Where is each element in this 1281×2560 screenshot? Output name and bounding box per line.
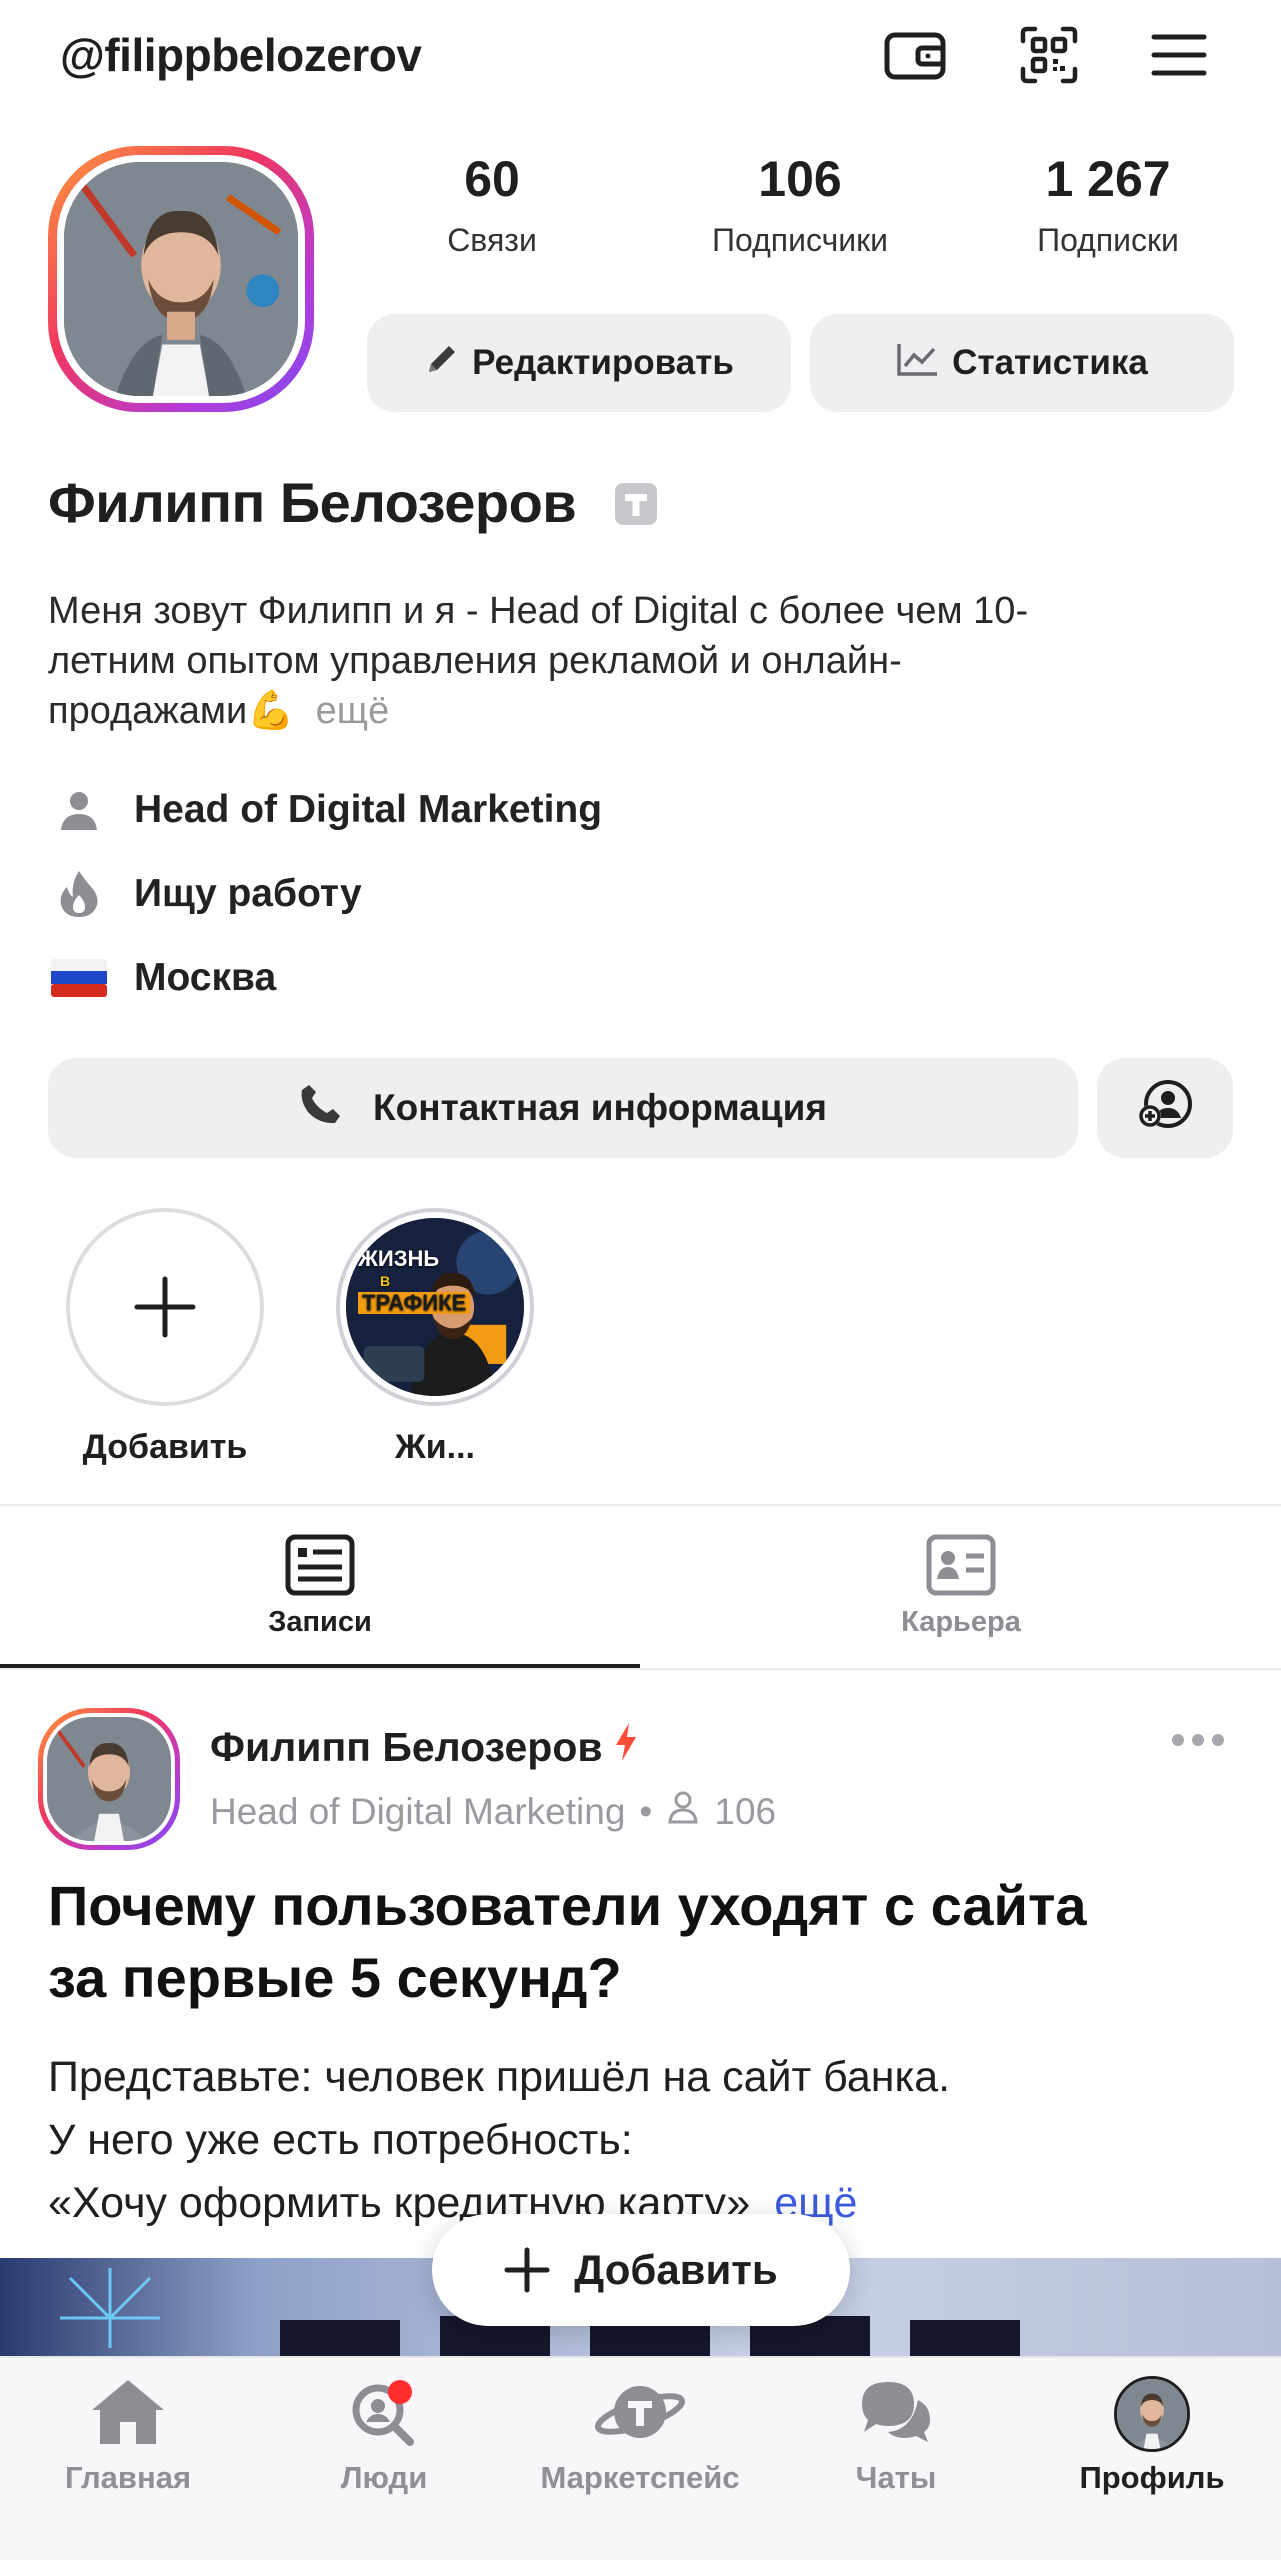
qr-code-icon[interactable] <box>1014 20 1084 90</box>
story-label: Жи... <box>395 1428 475 1466</box>
notification-dot <box>388 2380 412 2404</box>
add-story-circle[interactable] <box>66 1208 264 1406</box>
add-post-button[interactable]: Добавить <box>432 2214 850 2326</box>
bottom-navigation: Главная Люди Маркетспейс Чаты Профиль <box>0 2356 1281 2560</box>
wallet-icon[interactable] <box>880 20 950 90</box>
bio-line: Меня зовут Филипп и я - Head of Digital … <box>48 590 1029 632</box>
profile-name-text: Филипп Белозеров <box>48 471 577 534</box>
menu-icon[interactable] <box>1144 20 1214 90</box>
bio-line: летним опытом управления рекламой и онла… <box>48 640 902 682</box>
post-followers-count: 106 <box>714 1790 777 1832</box>
post-author-name: Филипп Белозеров <box>210 1723 603 1770</box>
nav-marketspace[interactable]: Маркетспейс <box>512 2376 768 2496</box>
add-contact-button[interactable] <box>1097 1058 1233 1158</box>
posts-icon <box>285 1534 355 1596</box>
flame-icon <box>50 869 108 919</box>
stat-value: 106 <box>758 151 842 207</box>
story-item[interactable]: ЖИЗНЬ В ТРАФИКЕ <box>336 1208 534 1406</box>
stat-value: 1 267 <box>1045 151 1171 207</box>
story-cover-title: ЖИЗНЬ В ТРАФИКЕ <box>358 1248 471 1314</box>
chat-icon <box>862 2382 930 2442</box>
status-text: Ищу работу <box>134 872 362 915</box>
stat-value: 60 <box>464 151 520 207</box>
profile-avatar[interactable] <box>48 146 314 412</box>
story-cover: ЖИЗНЬ В ТРАФИКЕ <box>346 1218 524 1396</box>
nav-marketspace-label: Маркетспейс <box>540 2460 740 2495</box>
stat-connections[interactable]: 60 Связи <box>372 150 612 259</box>
nav-chats-label: Чаты <box>855 2460 937 2495</box>
russia-flag-icon <box>50 959 108 997</box>
person-icon <box>50 788 108 832</box>
bio-more-link[interactable]: ещё <box>316 690 390 732</box>
nav-people-label: Люди <box>340 2460 428 2495</box>
verified-badge-icon[interactable] <box>613 475 659 540</box>
plus-icon <box>504 2247 550 2293</box>
add-person-icon <box>1136 1078 1194 1139</box>
add-story-label: Добавить <box>82 1428 248 1466</box>
tab-career[interactable]: Карьера <box>641 1510 1281 1670</box>
phone-icon <box>299 1082 343 1135</box>
planet-icon <box>594 2386 686 2438</box>
add-story-button[interactable] <box>66 1208 264 1406</box>
lightning-icon <box>613 1722 639 1772</box>
followers-icon <box>666 1790 700 1833</box>
tab-posts-label: Записи <box>268 1606 372 1638</box>
stat-followers[interactable]: 106 Подписчики <box>680 150 920 259</box>
bio-line: продажами💪 <box>48 690 295 732</box>
contact-info-label: Контактная информация <box>373 1087 827 1128</box>
pencil-icon <box>424 341 460 386</box>
tab-posts[interactable]: Записи <box>0 1510 640 1670</box>
post-title-line: за первые 5 секунд? <box>48 1946 622 2009</box>
nav-home-label: Главная <box>64 2460 192 2495</box>
info-status: Ищу работу <box>50 864 362 924</box>
tabs-divider <box>0 1668 1281 1670</box>
separator-dot: • <box>639 1790 653 1832</box>
post-title[interactable]: Почему пользователи уходят с сайта за пе… <box>48 1870 1238 2014</box>
profile-username: @filippbelozerov <box>60 29 422 81</box>
post-text-line: Представьте: человек пришёл на сайт банк… <box>48 2053 951 2101</box>
stat-label: Подписчики <box>711 222 889 258</box>
plus-icon <box>134 1276 196 1338</box>
nav-profile[interactable]: Профиль <box>1024 2376 1280 2496</box>
profile-name: Филипп Белозеров <box>48 470 659 540</box>
nav-profile-label: Профиль <box>1079 2460 1225 2495</box>
more-options-icon[interactable] <box>1170 1732 1226 1753</box>
statistics-button[interactable]: Статистика <box>810 314 1234 412</box>
position-text: Head of Digital Marketing <box>134 788 603 831</box>
edit-profile-button[interactable]: Редактировать <box>367 314 791 412</box>
post-text-line: У него уже есть потребность: <box>48 2116 633 2164</box>
post-text: Представьте: человек пришёл на сайт банк… <box>48 2046 1238 2235</box>
profile-avatar-icon <box>1114 2376 1190 2452</box>
nav-people[interactable]: Люди <box>256 2376 512 2496</box>
add-post-label: Добавить <box>574 2246 778 2293</box>
chart-icon <box>896 341 940 386</box>
post-author-subtitle: Head of Digital Marketing • 106 <box>210 1790 776 1833</box>
people-search-icon <box>352 2380 414 2446</box>
story-cover-ring: ЖИЗНЬ В ТРАФИКЕ <box>336 1208 534 1406</box>
edit-profile-label: Редактировать <box>472 343 734 382</box>
stat-label: Связи <box>447 222 537 258</box>
profile-bio: Меня зовут Филипп и я - Head of Digital … <box>48 586 1228 736</box>
home-icon <box>92 2380 164 2444</box>
post-title-line: Почему пользователи уходят с сайта <box>48 1874 1087 1937</box>
city-text: Москва <box>134 956 277 999</box>
post-author-position: Head of Digital Marketing <box>210 1790 626 1832</box>
contact-info-button[interactable]: Контактная информация <box>48 1058 1078 1158</box>
post-author[interactable]: Филипп Белозеров <box>210 1722 639 1772</box>
id-card-icon <box>926 1534 996 1596</box>
nav-chats[interactable]: Чаты <box>768 2376 1024 2496</box>
avatar-photo <box>64 162 298 396</box>
info-city: Москва <box>50 948 276 1008</box>
stat-following[interactable]: 1 267 Подписки <box>988 150 1228 259</box>
tab-career-label: Карьера <box>901 1606 1021 1638</box>
info-position: Head of Digital Marketing <box>50 780 602 840</box>
post-author-avatar[interactable] <box>38 1708 180 1850</box>
stat-label: Подписки <box>1037 222 1179 258</box>
section-divider <box>0 1504 1281 1506</box>
nav-home[interactable]: Главная <box>0 2376 256 2496</box>
statistics-label: Статистика <box>952 343 1148 382</box>
